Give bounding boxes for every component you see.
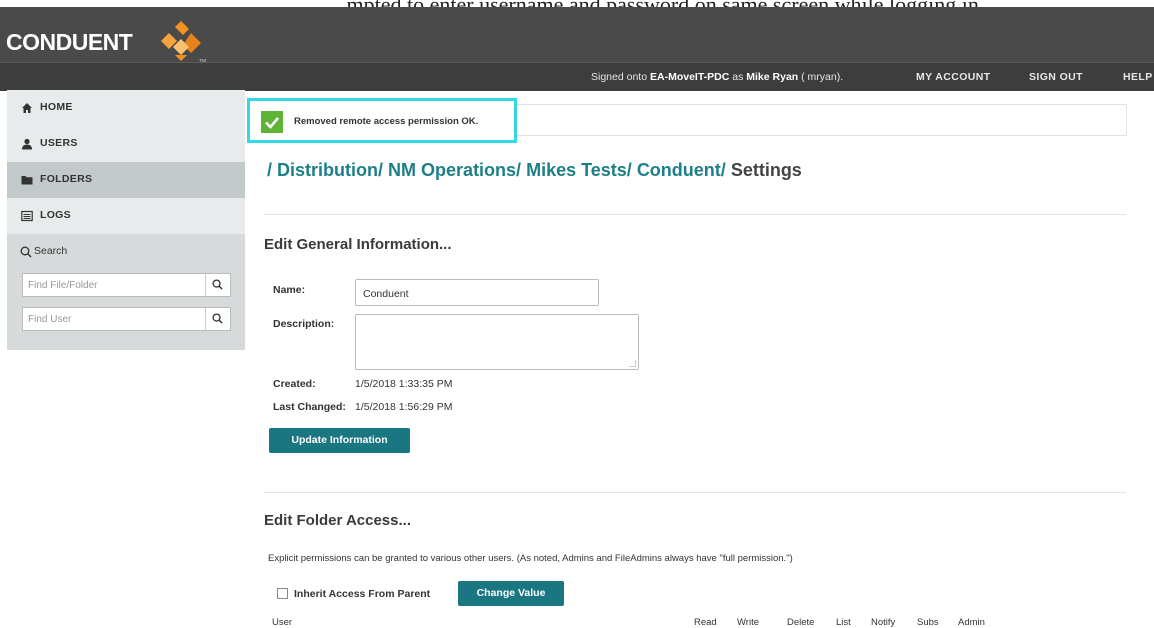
divider <box>264 492 1126 493</box>
logs-icon <box>21 210 33 222</box>
description-textarea[interactable] <box>355 314 639 370</box>
signed-on-status: Signed onto EA-MoveIT-PDC as Mike Ryan (… <box>591 71 843 83</box>
home-icon <box>22 103 32 113</box>
sidebar-search-header: Search <box>7 234 245 270</box>
name-input[interactable]: Conduent <box>355 279 599 306</box>
find-user-input[interactable]: Find User <box>22 307 231 331</box>
find-user-search-button[interactable] <box>205 308 230 330</box>
alert-bar <box>515 104 1127 136</box>
sidebar-item-logs[interactable]: LOGS <box>7 198 245 234</box>
breadcrumb: / Distribution/ NM Operations/ Mikes Tes… <box>267 160 802 181</box>
created-value: 1/5/2018 1:33:35 PM <box>355 378 453 390</box>
success-check-icon <box>261 111 283 133</box>
top-nav: Signed onto EA-MoveIT-PDC as Mike Ryan (… <box>0 62 1154 91</box>
breadcrumb-nm-operations[interactable]: NM Operations/ <box>388 160 521 180</box>
alert-message: Removed remote access permission OK. <box>294 116 479 127</box>
inherit-access-label: Inherit Access From Parent <box>294 588 431 600</box>
user-icon <box>22 138 32 150</box>
last-changed-label: Last Changed: <box>273 401 346 413</box>
breadcrumb-current: Settings <box>730 160 802 180</box>
help-link[interactable]: HELP <box>1123 71 1153 83</box>
conduent-mark-icon <box>161 21 201 61</box>
signed-as: as <box>732 71 744 83</box>
sidebar-item-label: FOLDERS <box>40 173 93 185</box>
find-file-search-button[interactable] <box>205 274 230 296</box>
general-info-heading: Edit General Information... <box>264 236 452 253</box>
created-label: Created: <box>273 378 316 390</box>
inherit-access-checkbox[interactable] <box>277 588 288 599</box>
sidebar: HOME USERS FOLDERS LOGS Search Find File… <box>7 90 245 350</box>
username: ( mryan). <box>801 71 844 83</box>
breadcrumb-distribution[interactable]: Distribution/ <box>277 160 383 180</box>
find-user-placeholder: Find User <box>28 314 72 325</box>
change-value-button[interactable]: Change Value <box>458 581 564 606</box>
resize-grip-icon[interactable] <box>629 360 636 367</box>
folder-icon <box>21 176 33 185</box>
search-icon <box>212 313 223 324</box>
breadcrumb-conduent[interactable]: Conduent/ <box>637 160 726 180</box>
app-header: CONDUENT TM <box>0 7 1154 65</box>
find-file-folder-input[interactable]: Find File/Folder <box>22 273 231 297</box>
server-name: EA-MoveIT-PDC <box>649 71 730 83</box>
update-information-button[interactable]: Update Information <box>269 428 410 453</box>
breadcrumb-mikes-tests[interactable]: Mikes Tests/ <box>526 160 632 180</box>
folder-access-heading: Edit Folder Access... <box>264 512 411 529</box>
sidebar-item-label: LOGS <box>40 209 71 221</box>
name-value: Conduent <box>363 288 409 300</box>
last-changed-value: 1/5/2018 1:56:29 PM <box>355 401 453 413</box>
search-label: Search <box>34 245 68 257</box>
divider <box>264 214 1126 215</box>
find-file-placeholder: Find File/Folder <box>28 280 98 291</box>
user-display-name: Mike Ryan <box>746 71 799 83</box>
search-icon <box>20 246 32 258</box>
permissions-note: Explicit permissions can be granted to v… <box>268 553 793 564</box>
signed-prefix: Signed onto <box>591 71 648 83</box>
search-icon <box>212 279 223 290</box>
breadcrumb-separator: / <box>267 160 273 180</box>
description-label: Description: <box>273 318 335 330</box>
name-label: Name: <box>273 284 306 296</box>
my-account-link[interactable]: MY ACCOUNT <box>916 71 991 83</box>
logo-text: CONDUENT <box>6 29 133 55</box>
sidebar-item-label: USERS <box>40 137 78 149</box>
sidebar-item-home[interactable]: HOME <box>7 90 245 126</box>
sidebar-item-users[interactable]: USERS <box>7 126 245 162</box>
sidebar-item-folders[interactable]: FOLDERS <box>7 162 245 198</box>
sign-out-link[interactable]: SIGN OUT <box>1029 71 1083 83</box>
sidebar-item-label: HOME <box>40 101 73 113</box>
